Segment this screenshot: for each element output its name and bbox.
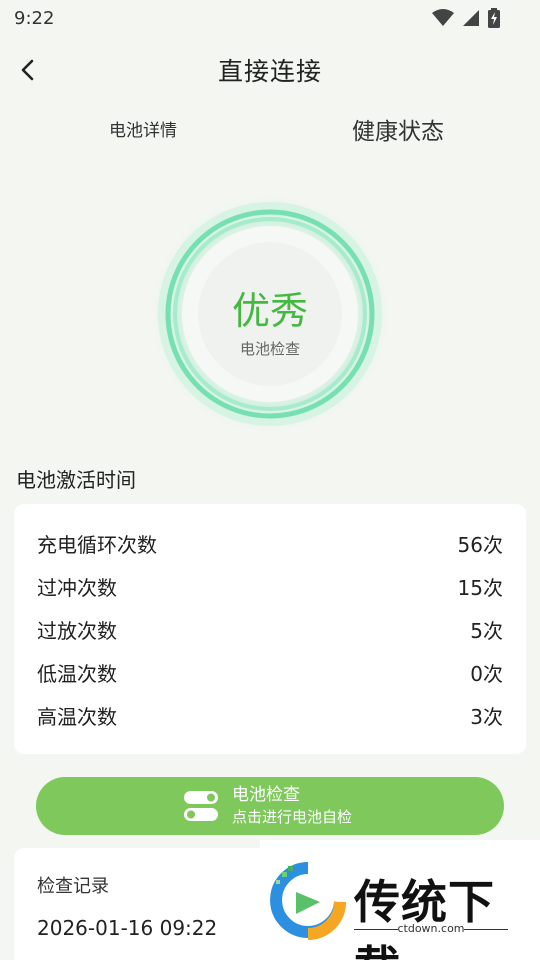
- watermark-divider: [464, 929, 508, 930]
- stat-row: 过放次数 5次: [37, 608, 503, 651]
- gauge-subtitle: 电池检查: [239, 340, 300, 358]
- page-title: 直接连接: [217, 57, 322, 86]
- tab-battery-details[interactable]: 电池详情: [90, 104, 196, 152]
- tab-bar: 电池详情 健康状态: [0, 104, 540, 156]
- status-time: 9:22: [14, 7, 55, 29]
- status-icons: [432, 8, 500, 28]
- stat-label: 过冲次数: [37, 576, 117, 600]
- stat-row: 低温次数 0次: [37, 651, 503, 694]
- check-button-title: 电池检查: [232, 785, 300, 805]
- stat-value: 15次: [457, 576, 503, 600]
- cell-signal-icon: [463, 10, 479, 26]
- check-button-text: 电池检查 点击进行电池自检: [232, 785, 352, 827]
- watermark-overlay: 传统下载 ctdown.com: [260, 840, 540, 960]
- stat-row: 高温次数 3次: [37, 694, 503, 737]
- tab-label: 电池详情: [109, 121, 177, 141]
- back-arrow-icon: [21, 59, 34, 81]
- check-button-subtitle: 点击进行电池自检: [232, 808, 353, 826]
- battery-check-button[interactable]: 电池检查 点击进行电池自检: [36, 777, 504, 835]
- stat-label: 充电循环次数: [37, 533, 157, 557]
- status-bar: 9:22: [0, 0, 540, 36]
- tab-label: 健康状态: [352, 119, 444, 145]
- wifi-icon: [432, 9, 454, 26]
- app-bar: 直接连接: [0, 44, 540, 96]
- health-status-text: 优秀: [231, 289, 308, 333]
- toggle-switch-icon: [182, 786, 222, 826]
- battery-stats-card: 充电循环次数 56次 过冲次数 15次 过放次数 5次 低温次数 0次 高温次数…: [14, 504, 526, 754]
- stat-value: 56次: [457, 533, 503, 557]
- stat-value: 3次: [470, 705, 503, 729]
- stat-value: 0次: [470, 662, 503, 686]
- watermark-text: 传统下载: [354, 875, 495, 960]
- health-gauge: 优秀 电池检查: [140, 196, 400, 436]
- stat-label: 低温次数: [37, 662, 117, 686]
- tab-health-status[interactable]: 健康状态: [338, 104, 458, 152]
- stat-label: 高温次数: [37, 705, 117, 729]
- activation-time-label: 电池激活时间: [16, 468, 136, 492]
- stat-label: 过放次数: [37, 619, 117, 643]
- stat-row: 过冲次数 15次: [37, 565, 503, 608]
- stat-row: 充电循环次数 56次: [37, 522, 503, 565]
- watermark-logo-icon: [270, 862, 346, 940]
- battery-charging-icon: [488, 8, 500, 28]
- back-button[interactable]: [10, 52, 46, 88]
- stat-value: 5次: [470, 619, 503, 643]
